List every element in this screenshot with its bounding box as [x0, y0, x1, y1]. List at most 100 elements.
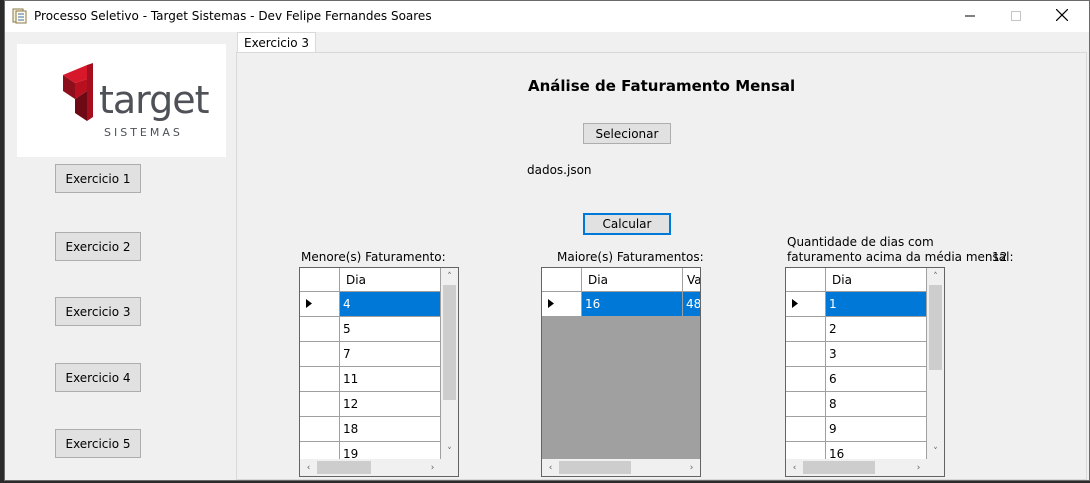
- scroll-left-icon[interactable]: ‹: [786, 459, 803, 476]
- table-row[interactable]: 3: [786, 342, 944, 367]
- table-cell[interactable]: 3: [826, 342, 927, 367]
- row-header[interactable]: [786, 342, 826, 367]
- exercicio-3-button[interactable]: Exercicio 3: [55, 297, 141, 326]
- target-logo: target SISTEMAS: [17, 44, 226, 157]
- grid-empty-area: [542, 317, 700, 460]
- table-cell[interactable]: 5: [340, 317, 441, 342]
- exercicio-1-button[interactable]: Exercicio 1: [55, 164, 141, 193]
- title-bar[interactable]: Processo Seletivo - Target Sistemas - De…: [5, 1, 1089, 32]
- table-cell[interactable]: 2: [826, 317, 927, 342]
- current-row-arrow-icon: [548, 297, 554, 311]
- scroll-left-icon[interactable]: ‹: [300, 459, 317, 476]
- close-button[interactable]: [1039, 1, 1085, 32]
- table-row[interactable]: 18: [300, 417, 458, 442]
- horizontal-scrollbar[interactable]: ‹ ›: [542, 459, 700, 476]
- grid-corner: [786, 268, 826, 292]
- row-header[interactable]: [542, 292, 582, 317]
- table-row[interactable]: 11: [300, 367, 458, 392]
- scroll-right-icon[interactable]: ›: [910, 459, 927, 476]
- table-row[interactable]: 12: [300, 392, 458, 417]
- table-cell[interactable]: 489: [683, 292, 700, 317]
- table-row[interactable]: 16 489: [542, 292, 700, 317]
- scroll-corner: [441, 459, 458, 476]
- table-cell[interactable]: 7: [340, 342, 441, 367]
- menores-label: Menore(s) Faturamento:: [301, 250, 446, 264]
- horizontal-scrollbar[interactable]: ‹ ›: [300, 459, 441, 476]
- column-header-dia[interactable]: Dia: [826, 268, 927, 292]
- scroll-left-icon[interactable]: ‹: [542, 459, 559, 476]
- table-cell[interactable]: 18: [340, 417, 441, 442]
- acima-media-count: 12: [992, 250, 1008, 264]
- tab-exercicio-3[interactable]: Exercicio 3: [237, 32, 317, 53]
- table-row[interactable]: 4: [300, 292, 458, 317]
- app-window: Processo Seletivo - Target Sistemas - De…: [4, 0, 1090, 481]
- maiores-label: Maiore(s) Faturamentos:: [557, 250, 704, 264]
- scroll-up-icon[interactable]: ˄: [441, 268, 458, 285]
- scroll-right-icon[interactable]: ›: [424, 459, 441, 476]
- minimize-button[interactable]: [947, 1, 993, 32]
- table-row[interactable]: 7: [300, 342, 458, 367]
- menores-grid[interactable]: Dia 4 5 7 11 12 18 19 ˄ ˅ ‹ ›: [299, 267, 459, 477]
- column-header-dia[interactable]: Dia: [340, 268, 441, 292]
- calcular-button[interactable]: Calcular: [583, 213, 671, 235]
- scroll-thumb[interactable]: [443, 285, 456, 400]
- row-header[interactable]: [786, 392, 826, 417]
- row-header[interactable]: [300, 392, 340, 417]
- window-title: Processo Seletivo - Target Sistemas - De…: [34, 9, 432, 23]
- sidebar: target SISTEMAS Exercicio 1 Exercicio 2 …: [5, 32, 235, 480]
- scroll-corner: [927, 459, 944, 476]
- table-row[interactable]: 2: [786, 317, 944, 342]
- table-row[interactable]: 6: [786, 367, 944, 392]
- maiores-grid[interactable]: Dia Va 16 489 ‹ ›: [541, 267, 701, 477]
- acima-media-label-line2: faturamento acima da média mensal:: [787, 250, 1014, 264]
- table-cell[interactable]: 1: [826, 292, 927, 317]
- table-cell[interactable]: 12: [340, 392, 441, 417]
- logo-subtitle: SISTEMAS: [104, 126, 183, 139]
- exercicio-4-button[interactable]: Exercicio 4: [55, 363, 141, 392]
- row-header[interactable]: [300, 417, 340, 442]
- table-cell[interactable]: 8: [826, 392, 927, 417]
- selecionar-button[interactable]: Selecionar: [583, 123, 671, 144]
- table-cell[interactable]: 9: [826, 417, 927, 442]
- horizontal-scrollbar[interactable]: ‹ ›: [786, 459, 927, 476]
- scroll-down-icon[interactable]: ˅: [441, 443, 458, 460]
- row-header[interactable]: [300, 292, 340, 317]
- scroll-thumb[interactable]: [317, 461, 371, 474]
- column-header-dia[interactable]: Dia: [582, 268, 683, 292]
- table-cell[interactable]: 6: [826, 367, 927, 392]
- column-header-valor[interactable]: Va: [683, 268, 700, 292]
- grid-corner: [300, 268, 340, 292]
- table-cell[interactable]: 4: [340, 292, 441, 317]
- scroll-thumb[interactable]: [803, 461, 875, 474]
- table-row[interactable]: 5: [300, 317, 458, 342]
- exercicio-2-button[interactable]: Exercicio 2: [55, 232, 141, 261]
- row-header[interactable]: [786, 292, 826, 317]
- file-name-label: dados.json: [527, 163, 592, 177]
- minimize-icon: [965, 10, 975, 24]
- scroll-down-icon[interactable]: ˅: [927, 443, 944, 460]
- app-icon: [12, 8, 27, 24]
- table-cell[interactable]: 16: [582, 292, 683, 317]
- scroll-thumb[interactable]: [929, 285, 942, 370]
- scroll-thumb[interactable]: [559, 461, 631, 474]
- vertical-scrollbar[interactable]: ˄ ˅: [441, 268, 458, 460]
- table-row[interactable]: 8: [786, 392, 944, 417]
- maximize-icon: [1011, 10, 1021, 24]
- scroll-up-icon[interactable]: ˄: [927, 268, 944, 285]
- current-row-arrow-icon: [306, 297, 312, 311]
- row-header[interactable]: [300, 342, 340, 367]
- acima-media-grid[interactable]: Dia 1 2 3 6 8 9 16 ˄ ˅ ‹ ›: [785, 267, 945, 477]
- row-header[interactable]: [300, 367, 340, 392]
- grid-corner: [542, 268, 582, 292]
- row-header[interactable]: [786, 417, 826, 442]
- maximize-button[interactable]: [993, 1, 1039, 32]
- row-header[interactable]: [300, 317, 340, 342]
- row-header[interactable]: [786, 317, 826, 342]
- vertical-scrollbar[interactable]: ˄ ˅: [927, 268, 944, 460]
- table-row[interactable]: 1: [786, 292, 944, 317]
- table-row[interactable]: 9: [786, 417, 944, 442]
- row-header[interactable]: [786, 367, 826, 392]
- exercicio-5-button[interactable]: Exercicio 5: [55, 429, 141, 458]
- scroll-right-icon[interactable]: ›: [683, 459, 700, 476]
- table-cell[interactable]: 11: [340, 367, 441, 392]
